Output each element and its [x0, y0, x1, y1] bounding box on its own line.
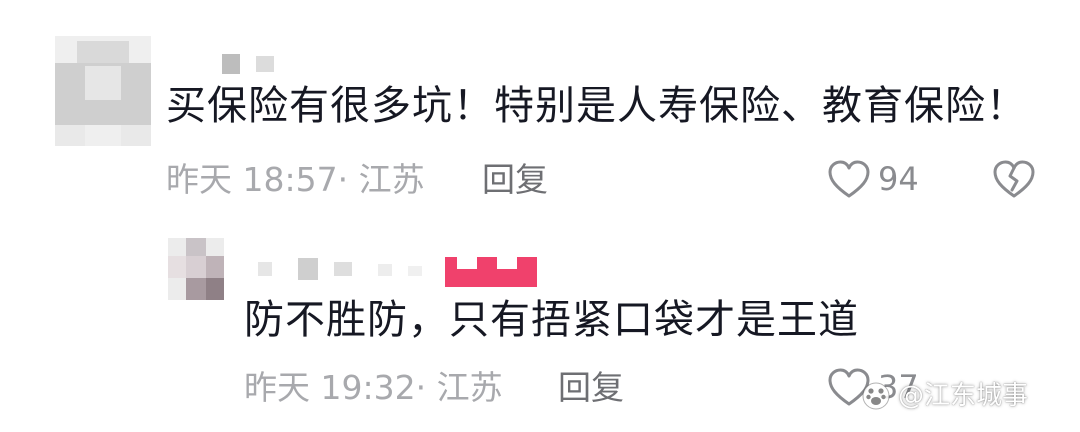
- comment-meta: 昨天 19:32· 江苏: [244, 368, 503, 407]
- reply-button[interactable]: 回复: [558, 368, 624, 408]
- comment-text: 买保险有很多坑！特别是人寿保险、教育保险！: [166, 83, 1027, 129]
- broken-heart-icon: [993, 160, 1035, 198]
- comment-meta: 昨天 18:57· 江苏: [166, 160, 425, 199]
- avatar[interactable]: [55, 36, 151, 146]
- watermark-text: @江东城事: [898, 381, 1029, 411]
- watermark: @江东城事: [862, 378, 1072, 414]
- reply-button[interactable]: 回复: [482, 160, 548, 200]
- heart-outline-icon: [828, 160, 870, 198]
- dislike-button[interactable]: [993, 160, 1035, 200]
- username[interactable]: [258, 258, 428, 280]
- like-button[interactable]: 94: [828, 158, 938, 202]
- comment-text: 防不胜防，只有捂紧口袋才是王道: [244, 297, 859, 343]
- like-count: 94: [878, 160, 919, 198]
- username[interactable]: [222, 54, 278, 74]
- avatar[interactable]: [168, 238, 224, 300]
- paw-logo-icon: [862, 382, 890, 410]
- author-badge: [445, 257, 537, 287]
